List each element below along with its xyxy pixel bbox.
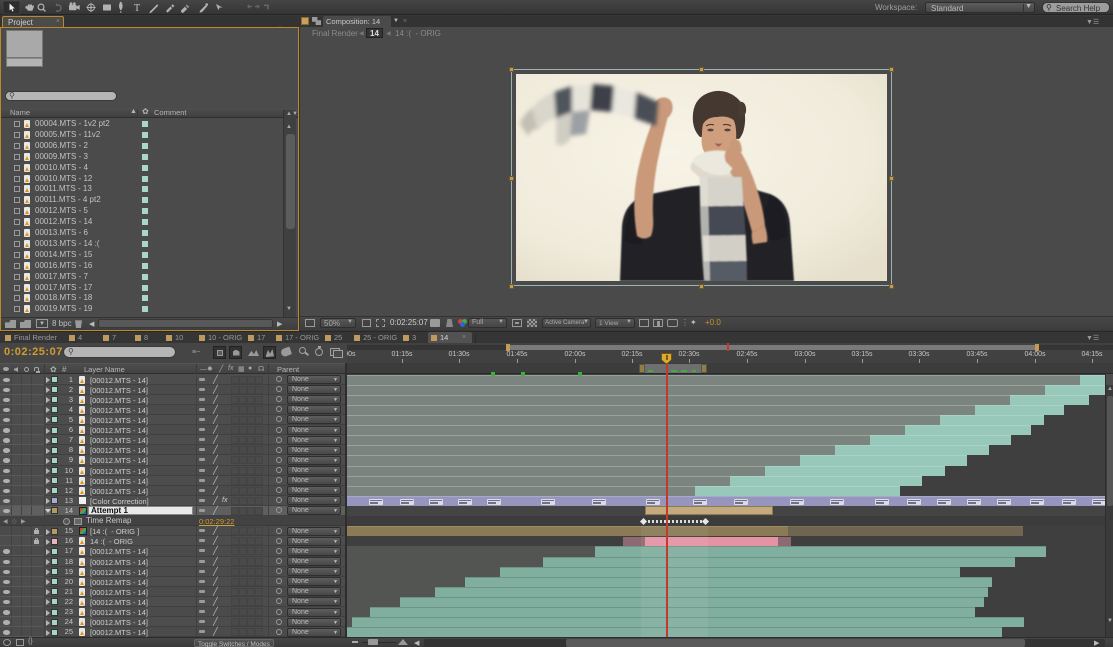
svg-text:T: T (134, 3, 140, 14)
